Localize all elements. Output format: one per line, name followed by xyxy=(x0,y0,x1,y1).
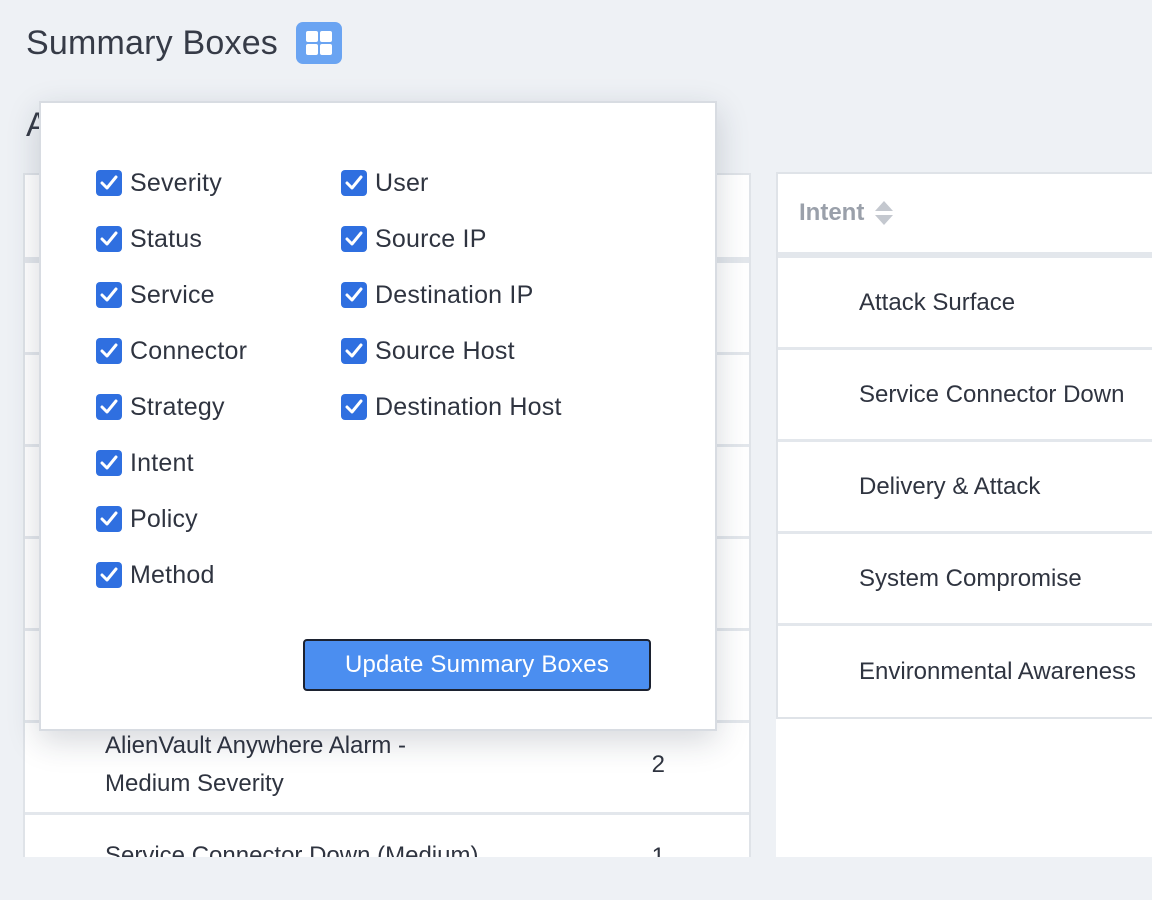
checkmark-icon xyxy=(345,287,363,302)
row-label: Service Connector Down (Medium) xyxy=(105,842,479,857)
row-label-line: AlienVault Anywhere Alarm - xyxy=(105,732,407,759)
option-label: Destination IP xyxy=(375,280,534,309)
page-header: Summary Boxes xyxy=(26,22,343,64)
option-method[interactable]: Method xyxy=(96,547,247,603)
checkbox-checked[interactable] xyxy=(96,226,122,252)
table-row[interactable]: AlienVault Anywhere Alarm - Medium Sever… xyxy=(25,723,749,815)
update-summary-boxes-button[interactable]: Update Summary Boxes xyxy=(303,639,651,691)
option-label: Policy xyxy=(130,504,198,533)
option-label: Service xyxy=(130,280,215,309)
row-label: AlienVault Anywhere Alarm - Medium Sever… xyxy=(105,727,406,803)
option-intent[interactable]: Intent xyxy=(96,435,247,491)
layout-toggle-button[interactable] xyxy=(296,22,343,64)
option-label: Method xyxy=(130,560,215,589)
checkmark-icon xyxy=(100,231,118,246)
checkmark-icon xyxy=(345,399,363,414)
option-connector[interactable]: Connector xyxy=(96,323,247,379)
option-label: Status xyxy=(130,224,203,253)
option-label: Connector xyxy=(130,336,248,365)
checkbox-checked[interactable] xyxy=(341,338,367,364)
summary-boxes-popup: Severity Status Service Connector Strate… xyxy=(39,101,717,731)
checkbox-checked[interactable] xyxy=(96,506,122,532)
checkmark-icon xyxy=(100,343,118,358)
checkbox-column-2: User Source IP Destination IP Source Hos… xyxy=(341,155,562,435)
option-label: Source Host xyxy=(375,336,515,365)
checkbox-checked[interactable] xyxy=(96,170,122,196)
checkmark-icon xyxy=(100,175,118,190)
option-label: User xyxy=(375,168,429,197)
intent-header-label: Intent xyxy=(799,199,865,226)
option-source-host[interactable]: Source Host xyxy=(341,323,562,379)
checkbox-checked[interactable] xyxy=(341,170,367,196)
checkbox-checked[interactable] xyxy=(96,338,122,364)
option-destination-ip[interactable]: Destination IP xyxy=(341,267,562,323)
checkmark-icon xyxy=(100,567,118,582)
checkbox-checked[interactable] xyxy=(96,394,122,420)
option-label: Severity xyxy=(130,168,222,197)
checkmark-icon xyxy=(100,399,118,414)
intent-table: Intent Attack Surface Service Connector … xyxy=(776,172,1152,719)
option-policy[interactable]: Policy xyxy=(96,491,247,547)
option-label: Destination Host xyxy=(375,392,562,421)
intent-row[interactable]: Delivery & Attack xyxy=(778,442,1152,534)
intent-panel-footer xyxy=(776,719,1152,857)
checkbox-checked[interactable] xyxy=(96,562,122,588)
option-label: Intent xyxy=(130,448,194,477)
checkmark-icon xyxy=(345,231,363,246)
checkbox-checked[interactable] xyxy=(96,450,122,476)
checkmark-icon xyxy=(100,455,118,470)
checkbox-checked[interactable] xyxy=(96,282,122,308)
checkbox-column-1: Severity Status Service Connector Strate… xyxy=(96,155,247,603)
page-title: Summary Boxes xyxy=(26,23,279,62)
option-source-ip[interactable]: Source IP xyxy=(341,211,562,267)
checkbox-checked[interactable] xyxy=(341,394,367,420)
checkmark-icon xyxy=(345,343,363,358)
intent-row[interactable]: System Compromise xyxy=(778,534,1152,626)
sort-icon[interactable] xyxy=(874,199,894,227)
option-strategy[interactable]: Strategy xyxy=(96,379,247,435)
option-user[interactable]: User xyxy=(341,155,562,211)
checkbox-checked[interactable] xyxy=(341,282,367,308)
option-status[interactable]: Status xyxy=(96,211,247,267)
grid-icon xyxy=(306,31,333,55)
row-label-line: Medium Severity xyxy=(105,770,284,797)
option-service[interactable]: Service xyxy=(96,267,247,323)
intent-row[interactable]: Service Connector Down xyxy=(778,350,1152,442)
row-count: 2 xyxy=(651,751,665,778)
checkmark-icon xyxy=(345,175,363,190)
row-count: 1 xyxy=(651,843,665,857)
checkmark-icon xyxy=(100,511,118,526)
intent-column-header[interactable]: Intent xyxy=(778,174,1152,258)
option-severity[interactable]: Severity xyxy=(96,155,247,211)
checkmark-icon xyxy=(100,287,118,302)
option-destination-host[interactable]: Destination Host xyxy=(341,379,562,435)
intent-row[interactable]: Environmental Awareness xyxy=(778,626,1152,717)
option-label: Source IP xyxy=(375,224,487,253)
intent-row[interactable]: Attack Surface xyxy=(778,258,1152,350)
option-label: Strategy xyxy=(130,392,225,421)
table-row[interactable]: Service Connector Down (Medium) 1 xyxy=(25,815,749,857)
checkbox-checked[interactable] xyxy=(341,226,367,252)
